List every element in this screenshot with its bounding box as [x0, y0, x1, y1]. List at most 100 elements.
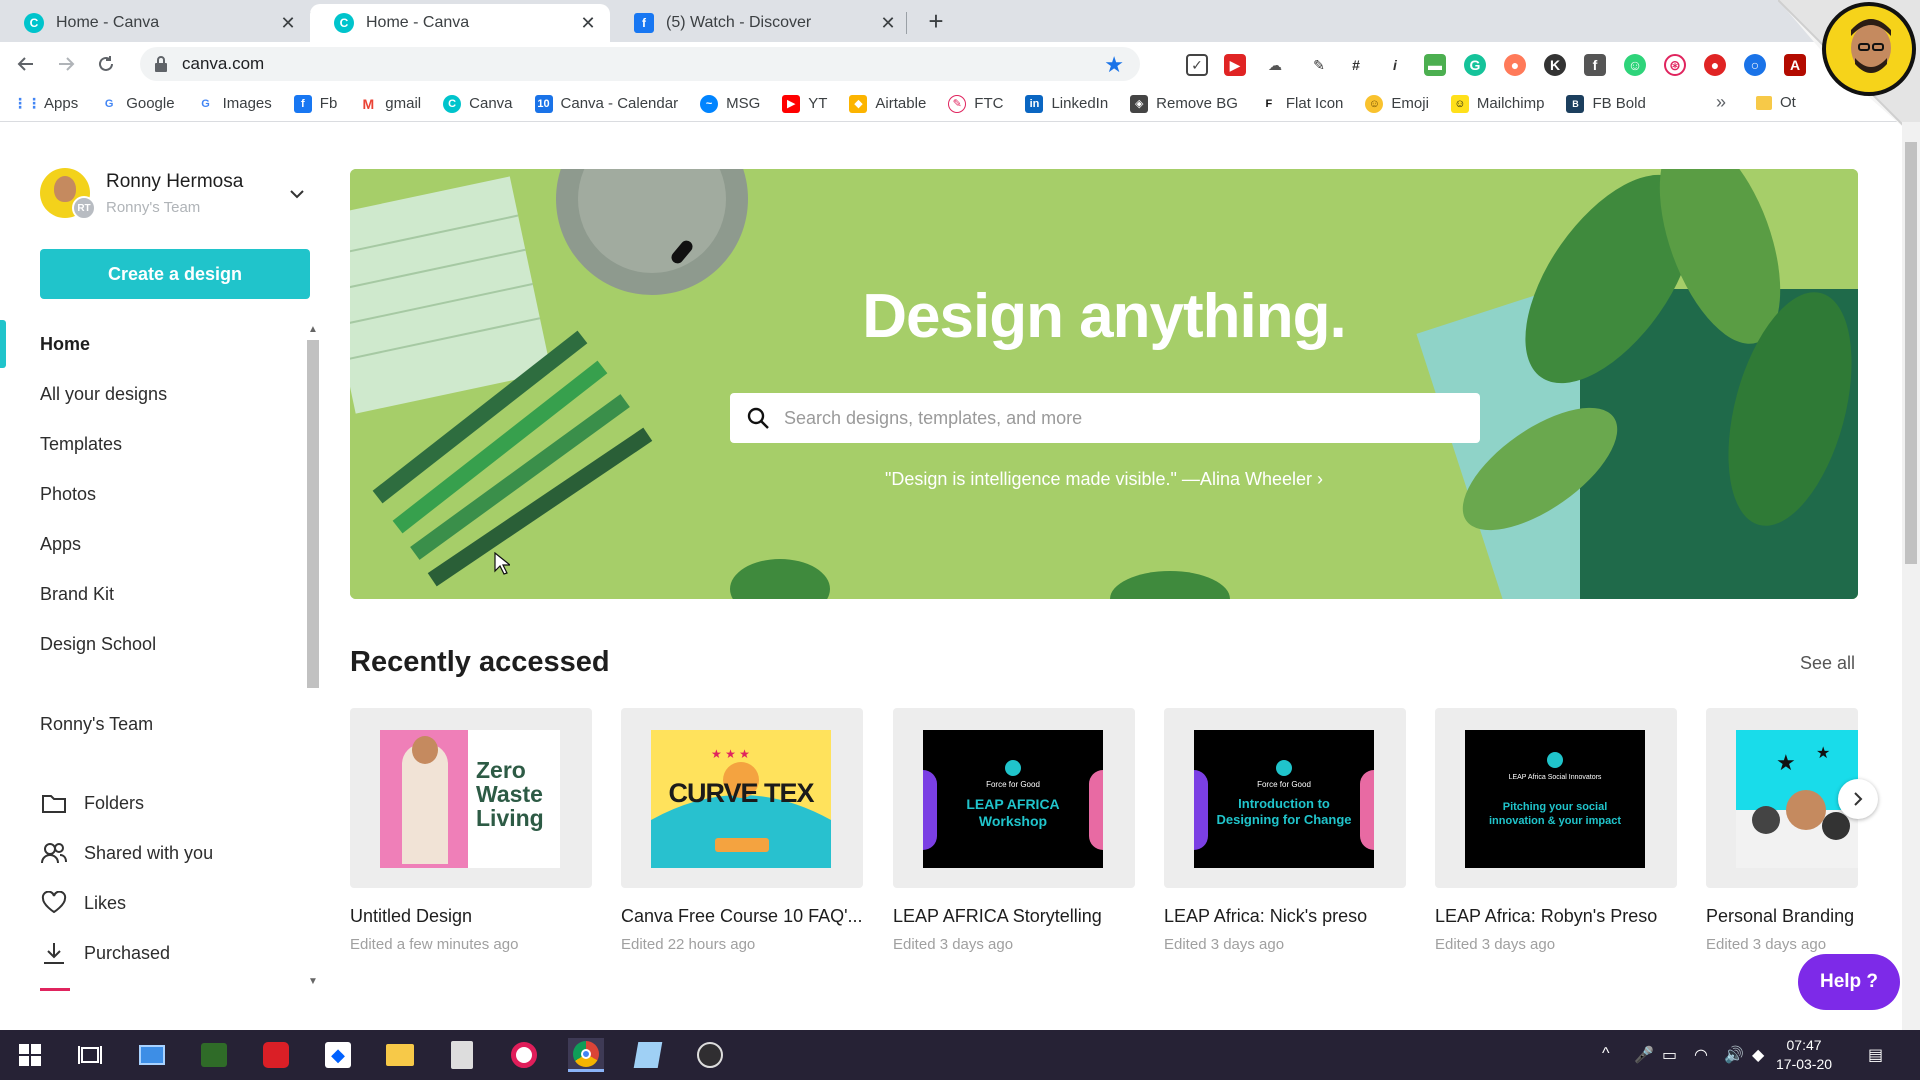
hashtag-extension-icon[interactable]: # — [1345, 54, 1367, 76]
notifications-icon[interactable]: ▤ — [1868, 1045, 1883, 1065]
hero-quote-link[interactable]: "Design is intelligence made visible." —… — [350, 469, 1858, 490]
design-card[interactable]: Zero Waste Living Untitled Design Edited… — [350, 708, 592, 953]
scroll-up-arrow-icon[interactable]: ▲ — [308, 324, 318, 335]
nav-team[interactable]: Ronny's Team — [40, 714, 153, 735]
bookmark-flat-icon[interactable]: F Flat Icon — [1259, 94, 1343, 113]
bookmark-gmail[interactable]: Mgmail — [359, 94, 421, 113]
see-all-link[interactable]: See all — [1800, 653, 1855, 674]
scroll-down-arrow-icon[interactable]: ▼ — [308, 976, 318, 987]
bookmark-images[interactable]: G Images — [196, 94, 272, 113]
nav-purchased[interactable]: Purchased — [40, 939, 170, 967]
carousel-next-button[interactable] — [1838, 779, 1878, 819]
k-extension-icon[interactable]: K — [1544, 54, 1566, 76]
file-explorer-icon[interactable] — [382, 1038, 418, 1072]
fb-extension-icon[interactable]: f — [1584, 54, 1606, 76]
address-bar[interactable]: canva.com ★ — [140, 47, 1140, 81]
nav-likes[interactable]: Likes — [40, 889, 126, 917]
video-extension-icon[interactable]: ▶ — [1224, 54, 1246, 76]
bookmark-apps[interactable]: ⋮⋮ Apps — [13, 94, 78, 113]
new-tab-button[interactable]: + — [922, 8, 950, 36]
dropbox-tray-icon[interactable]: ◆ — [1752, 1045, 1764, 1065]
scrollbar-thumb[interactable] — [307, 340, 319, 688]
notepad-icon[interactable] — [630, 1038, 666, 1072]
search-input[interactable] — [784, 407, 1444, 429]
cloud-extension-icon[interactable]: ☁ — [1264, 54, 1286, 76]
flaticon-icon: F — [1259, 94, 1278, 113]
green-extension-icon[interactable]: ☺ — [1624, 54, 1646, 76]
help-button[interactable]: Help ? — [1798, 954, 1900, 1010]
bookmark-star-icon[interactable]: ★ — [1104, 52, 1124, 78]
close-icon[interactable]: ✕ — [278, 13, 298, 34]
nav-folders[interactable]: Folders — [40, 789, 144, 817]
nvidia-icon[interactable] — [196, 1038, 232, 1072]
creative-cloud-icon[interactable] — [258, 1038, 294, 1072]
nav-shared[interactable]: Shared with you — [40, 839, 213, 867]
close-icon[interactable]: ✕ — [578, 13, 598, 34]
bookmark-mailchimp[interactable]: ☺ Mailchimp — [1450, 94, 1544, 113]
close-icon[interactable]: ✕ — [878, 13, 898, 34]
obs-icon[interactable] — [692, 1038, 728, 1072]
chrome-icon[interactable] — [568, 1038, 604, 1072]
lastpass-extension-icon[interactable]: ● — [1704, 54, 1726, 76]
system-clock[interactable]: 07:47 17-03-20 — [1776, 1036, 1832, 1074]
bookmark-canva[interactable]: C Canva — [443, 94, 513, 113]
calculator-icon[interactable] — [444, 1038, 480, 1072]
slack-icon[interactable] — [506, 1038, 542, 1072]
bookmark-yt[interactable]: ▶ YT — [782, 94, 827, 113]
browser-tab-3[interactable]: f (5) Watch - Discover ✕ — [610, 4, 910, 42]
design-card[interactable]: ★ ★ ★ CURVE TEX Canva Free Course 10 FAQ… — [621, 708, 863, 953]
page-scrollbar[interactable] — [1902, 122, 1920, 1030]
bookmark-google[interactable]: G Google — [100, 94, 175, 113]
bookmark-fb-bold[interactable]: B FB Bold — [1566, 94, 1646, 113]
grammarly-extension-icon[interactable]: G — [1464, 54, 1486, 76]
design-card[interactable]: Force for Good LEAP AFRICA Workshop LEAP… — [893, 708, 1135, 953]
sidebar-scrollbar[interactable]: ▲ ▼ — [306, 322, 320, 992]
tray-extension-icon[interactable]: ▬ — [1424, 54, 1446, 76]
bookmark-fb[interactable]: f Fb — [293, 94, 337, 113]
bookmark-msg[interactable]: ~ MSG — [700, 94, 760, 113]
pocket-extension-icon[interactable]: ✓ — [1186, 54, 1208, 76]
blue-extension-icon[interactable]: ○ — [1744, 54, 1766, 76]
bookmark-emoji[interactable]: ☺ Emoji — [1365, 94, 1429, 113]
nav-all-designs[interactable]: All your designs — [40, 384, 167, 405]
chevron-down-icon[interactable] — [290, 186, 304, 204]
task-view-icon[interactable] — [72, 1038, 108, 1072]
red-circle-extension-icon[interactable]: ⊛ — [1664, 54, 1686, 76]
bookmark-remove-bg[interactable]: ◈ Remove BG — [1130, 94, 1238, 113]
chevron-up-icon[interactable]: ^ — [1602, 1045, 1610, 1063]
bookmark-canva-calendar[interactable]: 10 Canva - Calendar — [534, 94, 678, 113]
volume-icon[interactable]: 🔊 — [1724, 1045, 1744, 1065]
nav-apps[interactable]: Apps — [40, 534, 81, 555]
bookmark-linkedin[interactable]: in LinkedIn — [1025, 94, 1108, 113]
reload-icon[interactable] — [92, 50, 120, 78]
nav-design-school[interactable]: Design School — [40, 634, 156, 655]
nav-photos[interactable]: Photos — [40, 484, 96, 505]
back-arrow-icon[interactable] — [12, 50, 40, 78]
windows-start-icon[interactable] — [12, 1038, 48, 1072]
bookmark-ftc[interactable]: ✎ FTC — [948, 94, 1003, 113]
design-card[interactable]: LEAP Africa Social Innovators Pitching y… — [1435, 708, 1677, 953]
microphone-icon[interactable]: 🎤 — [1634, 1045, 1654, 1065]
create-design-button[interactable]: Create a design — [40, 249, 310, 299]
battery-icon[interactable]: ▭ — [1662, 1045, 1677, 1065]
bookmarks-overflow-chevron[interactable]: » — [1716, 92, 1726, 113]
forward-arrow-icon[interactable] — [52, 50, 80, 78]
browser-tab-2[interactable]: C Home - Canva ✕ — [310, 4, 610, 42]
taskbar: ◆ ^ 🎤 ▭ ◠ 🔊 ◆ 07:47 17-03-20 ▤ — [0, 1030, 1920, 1080]
scrollbar-thumb[interactable] — [1905, 142, 1917, 564]
nav-brand-kit[interactable]: Brand Kit — [40, 584, 114, 605]
design-card[interactable]: Force for Good Introduction to Designing… — [1164, 708, 1406, 953]
nav-templates[interactable]: Templates — [40, 434, 122, 455]
hero-search-box[interactable] — [730, 393, 1480, 443]
account-switcher[interactable]: RT Ronny Hermosa Ronny's Team — [40, 168, 243, 220]
design-card[interactable]: ★ ★ Personal Branding Edited 3 days ago — [1706, 708, 1858, 953]
colorful-extension-icon[interactable]: ● — [1504, 54, 1526, 76]
pen-extension-icon[interactable]: ✎ — [1308, 54, 1330, 76]
wifi-icon[interactable]: ◠ — [1694, 1045, 1708, 1065]
info-extension-icon[interactable]: i — [1384, 54, 1406, 76]
browser-tab-1[interactable]: C Home - Canva ✕ — [0, 4, 310, 42]
bookmark-airtable[interactable]: ◆ Airtable — [849, 94, 926, 113]
remote-desktop-icon[interactable] — [134, 1038, 170, 1072]
dropbox-icon[interactable]: ◆ — [320, 1038, 356, 1072]
nav-home[interactable]: Home — [40, 334, 90, 355]
